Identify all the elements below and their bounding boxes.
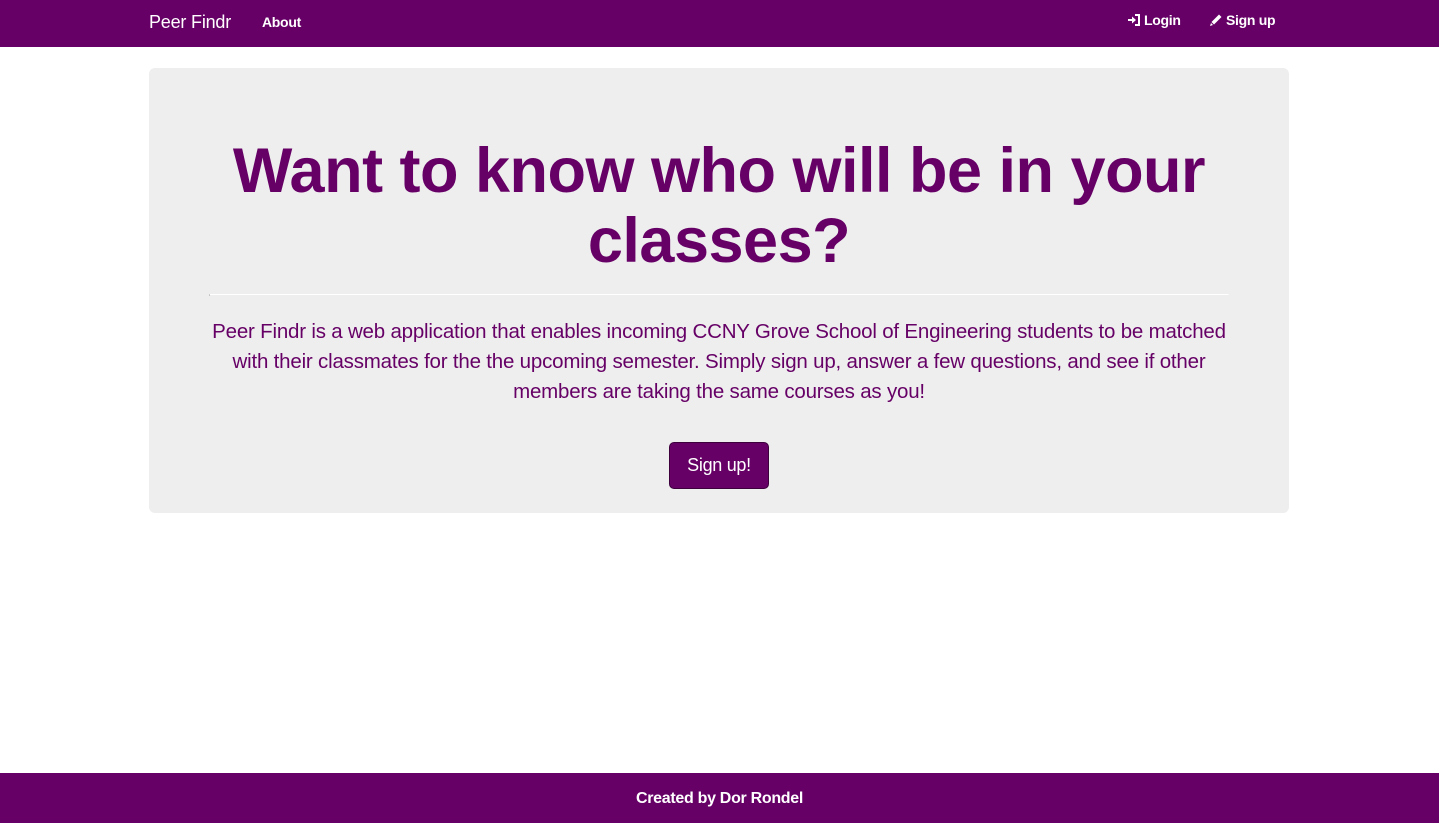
page-footer: Created by Dor Rondel	[0, 773, 1439, 823]
hero-headline: Want to know who will be in your classes…	[232, 136, 1206, 276]
hero-description: Peer Findr is a web application that ena…	[212, 320, 1226, 403]
pencil-icon	[1209, 13, 1223, 27]
hero-divider	[209, 294, 1229, 296]
nav-about-link[interactable]: About	[262, 13, 301, 31]
brand-link[interactable]: Peer Findr	[149, 12, 231, 32]
signup-cta-button[interactable]: Sign up!	[669, 442, 769, 489]
nav-signup-label: Sign up	[1226, 12, 1276, 28]
top-navbar: Peer Findr About Login Sign up	[0, 0, 1439, 47]
log-in-icon	[1127, 13, 1141, 27]
nav-login-link[interactable]: Login	[1127, 11, 1181, 29]
nav-signup-link[interactable]: Sign up	[1209, 11, 1276, 29]
hero-jumbotron: Want to know who will be in your classes…	[149, 68, 1289, 513]
footer-credit: Created by Dor Rondel	[635, 790, 804, 807]
nav-login-label: Login	[1144, 12, 1181, 28]
